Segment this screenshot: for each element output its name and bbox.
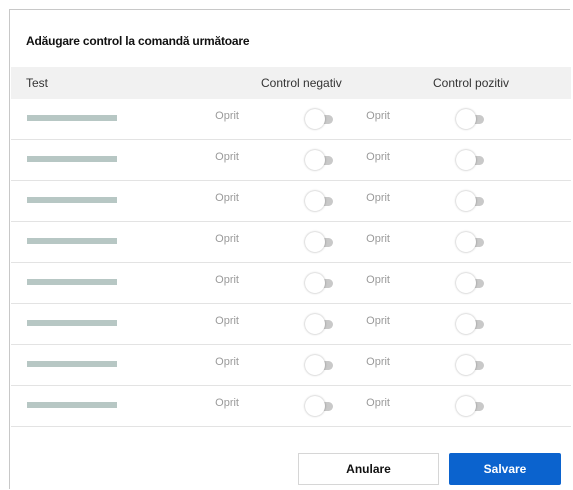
toggle-knob [456, 191, 476, 211]
toggle-knob [456, 150, 476, 170]
toggle-switch[interactable] [456, 191, 486, 211]
toggle-state-label: Oprit [366, 233, 390, 245]
toggle-state-label: Oprit [215, 274, 239, 286]
table-row: Oprit Oprit [11, 345, 571, 386]
toggle-switch[interactable] [305, 232, 335, 252]
toggle-switch[interactable] [456, 232, 486, 252]
toggle-knob [305, 109, 325, 129]
toggle-knob [305, 355, 325, 375]
toggle-state-label: Oprit [215, 192, 239, 204]
table-row: Oprit Oprit [11, 181, 571, 222]
add-control-dialog: Adăugare control la comandă următoare Te… [9, 9, 571, 490]
toggle-state-label: Oprit [366, 274, 390, 286]
toggle-knob [305, 150, 325, 170]
toggle-switch[interactable] [305, 191, 335, 211]
table-header: Test Control negativ Control pozitiv [11, 67, 571, 99]
toggle-state-label: Oprit [215, 110, 239, 122]
toggle-switch[interactable] [305, 355, 335, 375]
dialog-footer: Anulare Salvare [10, 441, 571, 490]
table-row: Oprit Oprit [11, 222, 571, 263]
toggle-state-label: Oprit [366, 315, 390, 327]
toggle-switch[interactable] [456, 314, 486, 334]
toggle-switch[interactable] [456, 273, 486, 293]
toggle-switch[interactable] [456, 396, 486, 416]
toggle-switch[interactable] [456, 150, 486, 170]
toggle-state-label: Oprit [215, 233, 239, 245]
toggle-knob [305, 273, 325, 293]
test-name-placeholder [27, 156, 117, 162]
toggle-switch[interactable] [456, 355, 486, 375]
table-row: Oprit Oprit [11, 304, 571, 345]
table-row: Oprit Oprit [11, 263, 571, 304]
toggle-state-label: Oprit [366, 151, 390, 163]
toggle-switch[interactable] [305, 109, 335, 129]
test-name-placeholder [27, 197, 117, 203]
test-name-placeholder [27, 238, 117, 244]
table-body: Oprit Oprit Oprit Oprit Oprit Oprit Oprit Oprit… [11, 99, 571, 427]
toggle-knob [305, 396, 325, 416]
column-header-positive-control: Control pozitiv [433, 76, 510, 90]
toggle-state-label: Oprit [366, 192, 390, 204]
toggle-state-label: Oprit [215, 151, 239, 163]
toggle-knob [456, 109, 476, 129]
toggle-switch[interactable] [305, 273, 335, 293]
toggle-state-label: Oprit [215, 315, 239, 327]
test-name-placeholder [27, 279, 117, 285]
toggle-switch[interactable] [305, 314, 335, 334]
toggle-knob [456, 355, 476, 375]
test-name-placeholder [27, 402, 117, 408]
toggle-state-label: Oprit [366, 110, 390, 122]
toggle-knob [456, 232, 476, 252]
toggle-knob [456, 314, 476, 334]
table-row: Oprit Oprit [11, 99, 571, 140]
toggle-knob [305, 191, 325, 211]
dialog-title: Adăugare control la comandă următoare [26, 34, 250, 48]
toggle-switch[interactable] [456, 109, 486, 129]
toggle-switch[interactable] [305, 150, 335, 170]
table-row: Oprit Oprit [11, 386, 571, 427]
test-name-placeholder [27, 320, 117, 326]
toggle-state-label: Oprit [366, 356, 390, 368]
toggle-knob [456, 396, 476, 416]
toggle-state-label: Oprit [215, 356, 239, 368]
toggle-knob [305, 314, 325, 334]
toggle-state-label: Oprit [215, 397, 239, 409]
toggle-state-label: Oprit [366, 397, 390, 409]
cancel-button[interactable]: Anulare [298, 453, 439, 485]
table-row: Oprit Oprit [11, 140, 571, 181]
toggle-knob [305, 232, 325, 252]
test-name-placeholder [27, 115, 117, 121]
toggle-switch[interactable] [305, 396, 335, 416]
column-header-negative-control: Control negativ [261, 76, 342, 90]
column-header-test: Test [26, 76, 49, 90]
test-name-placeholder [27, 361, 117, 367]
toggle-knob [456, 273, 476, 293]
save-button[interactable]: Salvare [449, 453, 561, 485]
